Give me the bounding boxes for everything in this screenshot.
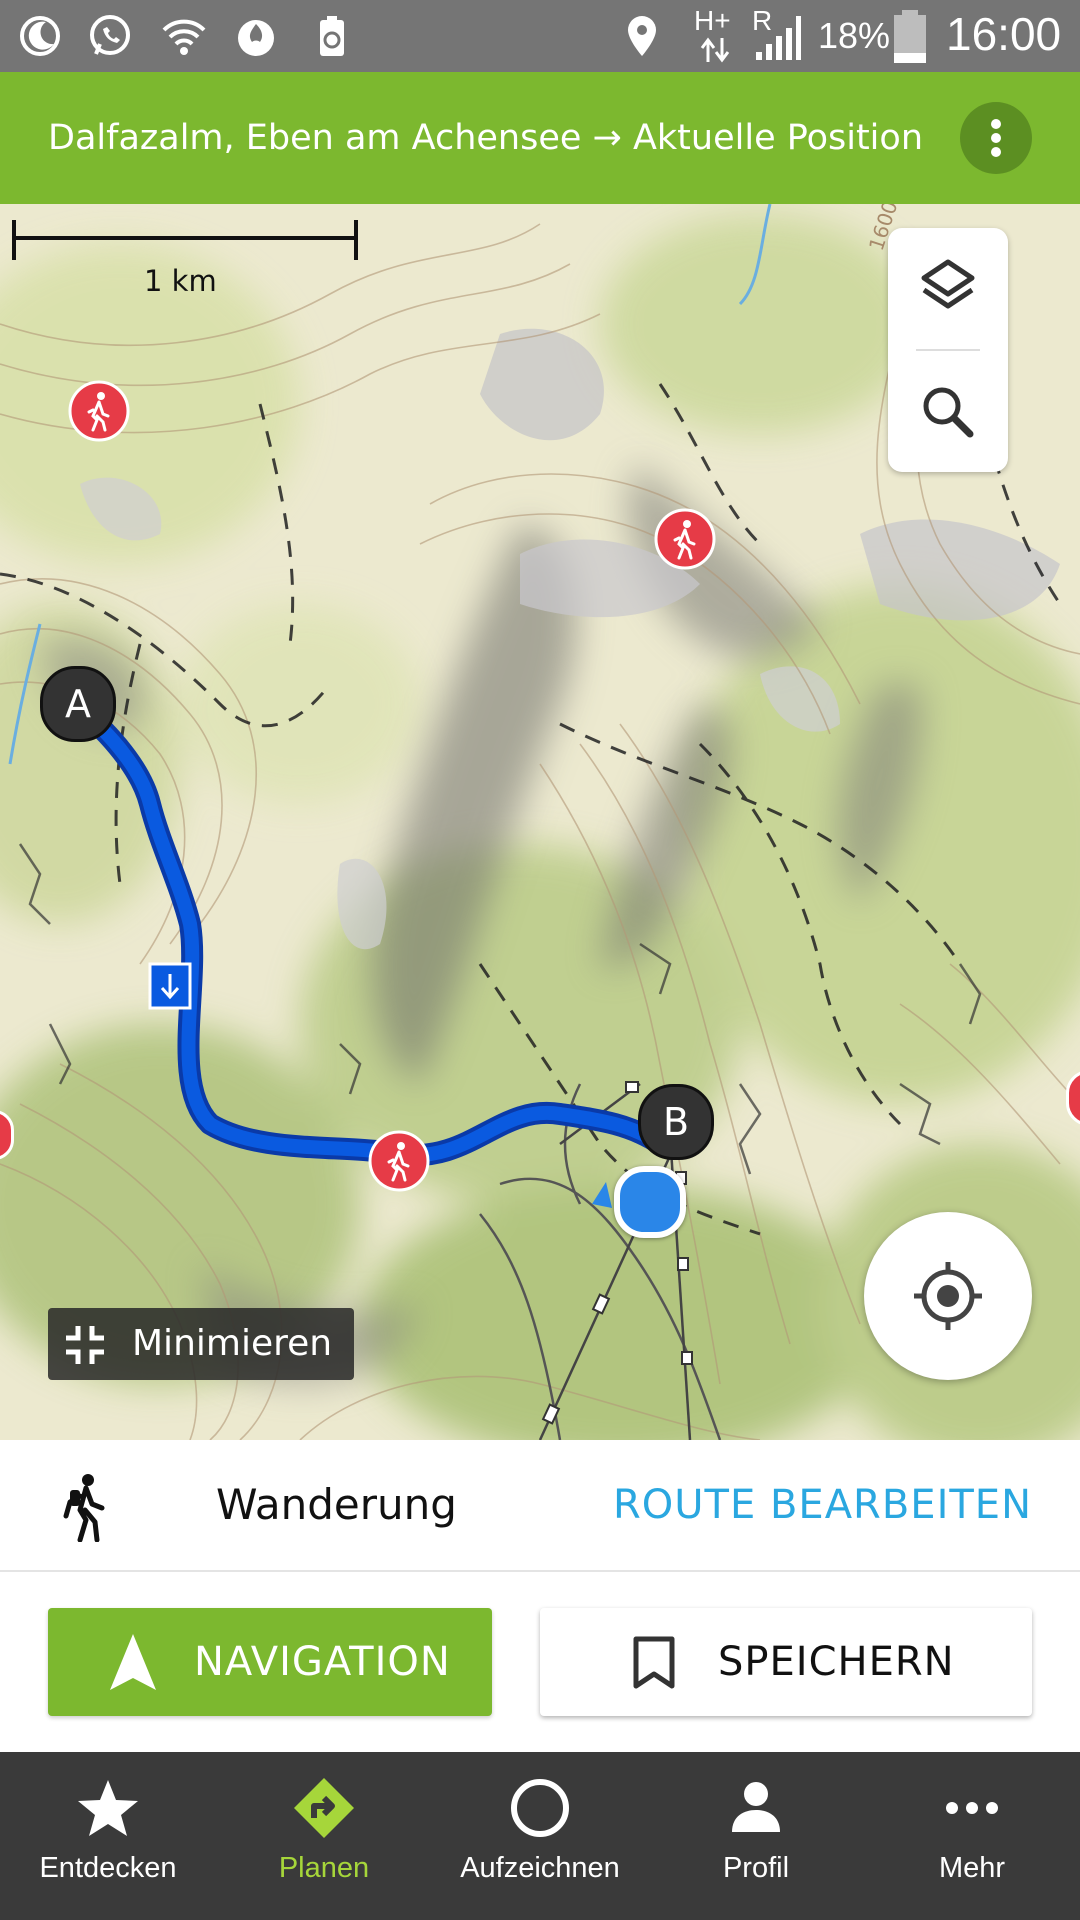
- route-start-marker[interactable]: A: [40, 666, 116, 742]
- fire-app-icon: [238, 20, 274, 56]
- edit-route-link[interactable]: ROUTE BEARBEITEN: [613, 1440, 1032, 1570]
- save-button[interactable]: SPEICHERN: [540, 1608, 1032, 1716]
- tab-label: Entdecken: [39, 1852, 177, 1884]
- person-icon: [732, 1782, 780, 1832]
- status-bar: H+ R 18% 16:00: [0, 0, 1080, 72]
- signal-icon: [756, 16, 801, 60]
- layers-icon: [921, 259, 975, 309]
- route-end-marker[interactable]: B: [638, 1084, 714, 1160]
- do-not-disturb-moon-icon: [20, 16, 60, 56]
- overflow-menu-button[interactable]: [960, 102, 1032, 174]
- tab-label: Mehr: [938, 1852, 1006, 1884]
- crosshair-gps-icon: [914, 1262, 982, 1330]
- scale-label: 1 km: [144, 264, 217, 298]
- battery-icon: [894, 10, 926, 63]
- hiking-poi-icon[interactable]: [654, 508, 716, 570]
- tab-entdecken[interactable]: Entdecken: [0, 1752, 216, 1920]
- minimize-label: Minimieren: [132, 1323, 333, 1364]
- minimize-arrows-icon: [66, 1326, 104, 1364]
- battery-percent: 18%: [818, 15, 891, 56]
- map-search-button[interactable]: [888, 352, 1008, 472]
- locate-me-button[interactable]: [864, 1212, 1032, 1380]
- bookmark-icon: [633, 1636, 675, 1689]
- navigation-arrow-icon: [110, 1634, 156, 1690]
- whatsapp-icon: [90, 15, 130, 55]
- wifi-icon: [162, 19, 206, 55]
- route-type-bar: Wanderung ROUTE BEARBEITEN: [0, 1440, 1080, 1572]
- navigation-label: NAVIGATION: [194, 1639, 451, 1685]
- tab-planen[interactable]: Planen: [216, 1752, 432, 1920]
- current-position-dot: [614, 1166, 686, 1238]
- record-circle-icon: [511, 1779, 569, 1837]
- tab-aufzeichnen[interactable]: Aufzeichnen: [432, 1752, 648, 1920]
- layers-button[interactable]: [888, 228, 1008, 348]
- map-controls: [888, 228, 1008, 472]
- search-icon: [923, 387, 974, 438]
- hiking-icon: [63, 1474, 105, 1542]
- more-vertical-icon: [991, 119, 1001, 157]
- location-pin-icon: [628, 16, 656, 56]
- tab-label: Aufzeichnen: [460, 1852, 620, 1884]
- tab-profil[interactable]: Profil: [648, 1752, 864, 1920]
- clock: 16:00: [946, 8, 1062, 60]
- route-title[interactable]: Dalfazalm, Eben am Achensee → Aktuelle P…: [48, 72, 923, 204]
- tab-label: Profil: [722, 1852, 790, 1884]
- route-plan-icon: [294, 1778, 354, 1838]
- tab-label: Planen: [278, 1852, 370, 1884]
- navigation-button[interactable]: NAVIGATION: [48, 1608, 492, 1716]
- battery-saver-icon: [320, 16, 344, 56]
- more-horizontal-icon: [946, 1802, 998, 1814]
- network-type-text: H+: [694, 5, 731, 36]
- app-bar: Dalfazalm, Eben am Achensee → Aktuelle P…: [0, 72, 1080, 204]
- bottom-navigation: Entdecken Planen Aufzeichnen Profil Mehr: [0, 1752, 1080, 1920]
- route-type-label[interactable]: Wanderung: [216, 1440, 457, 1570]
- scale-bar: 1 km: [12, 212, 362, 298]
- hiking-poi-icon[interactable]: [68, 380, 130, 442]
- route-actions: NAVIGATION SPEICHERN: [0, 1572, 1080, 1752]
- route-direction-arrow: [148, 962, 192, 1010]
- hiking-poi-icon[interactable]: [368, 1130, 430, 1192]
- tab-mehr[interactable]: Mehr: [864, 1752, 1080, 1920]
- star-icon: [78, 1780, 138, 1836]
- data-arrows-icon: [700, 37, 730, 63]
- minimize-button[interactable]: Minimieren: [48, 1308, 354, 1380]
- save-label: SPEICHERN: [718, 1639, 955, 1685]
